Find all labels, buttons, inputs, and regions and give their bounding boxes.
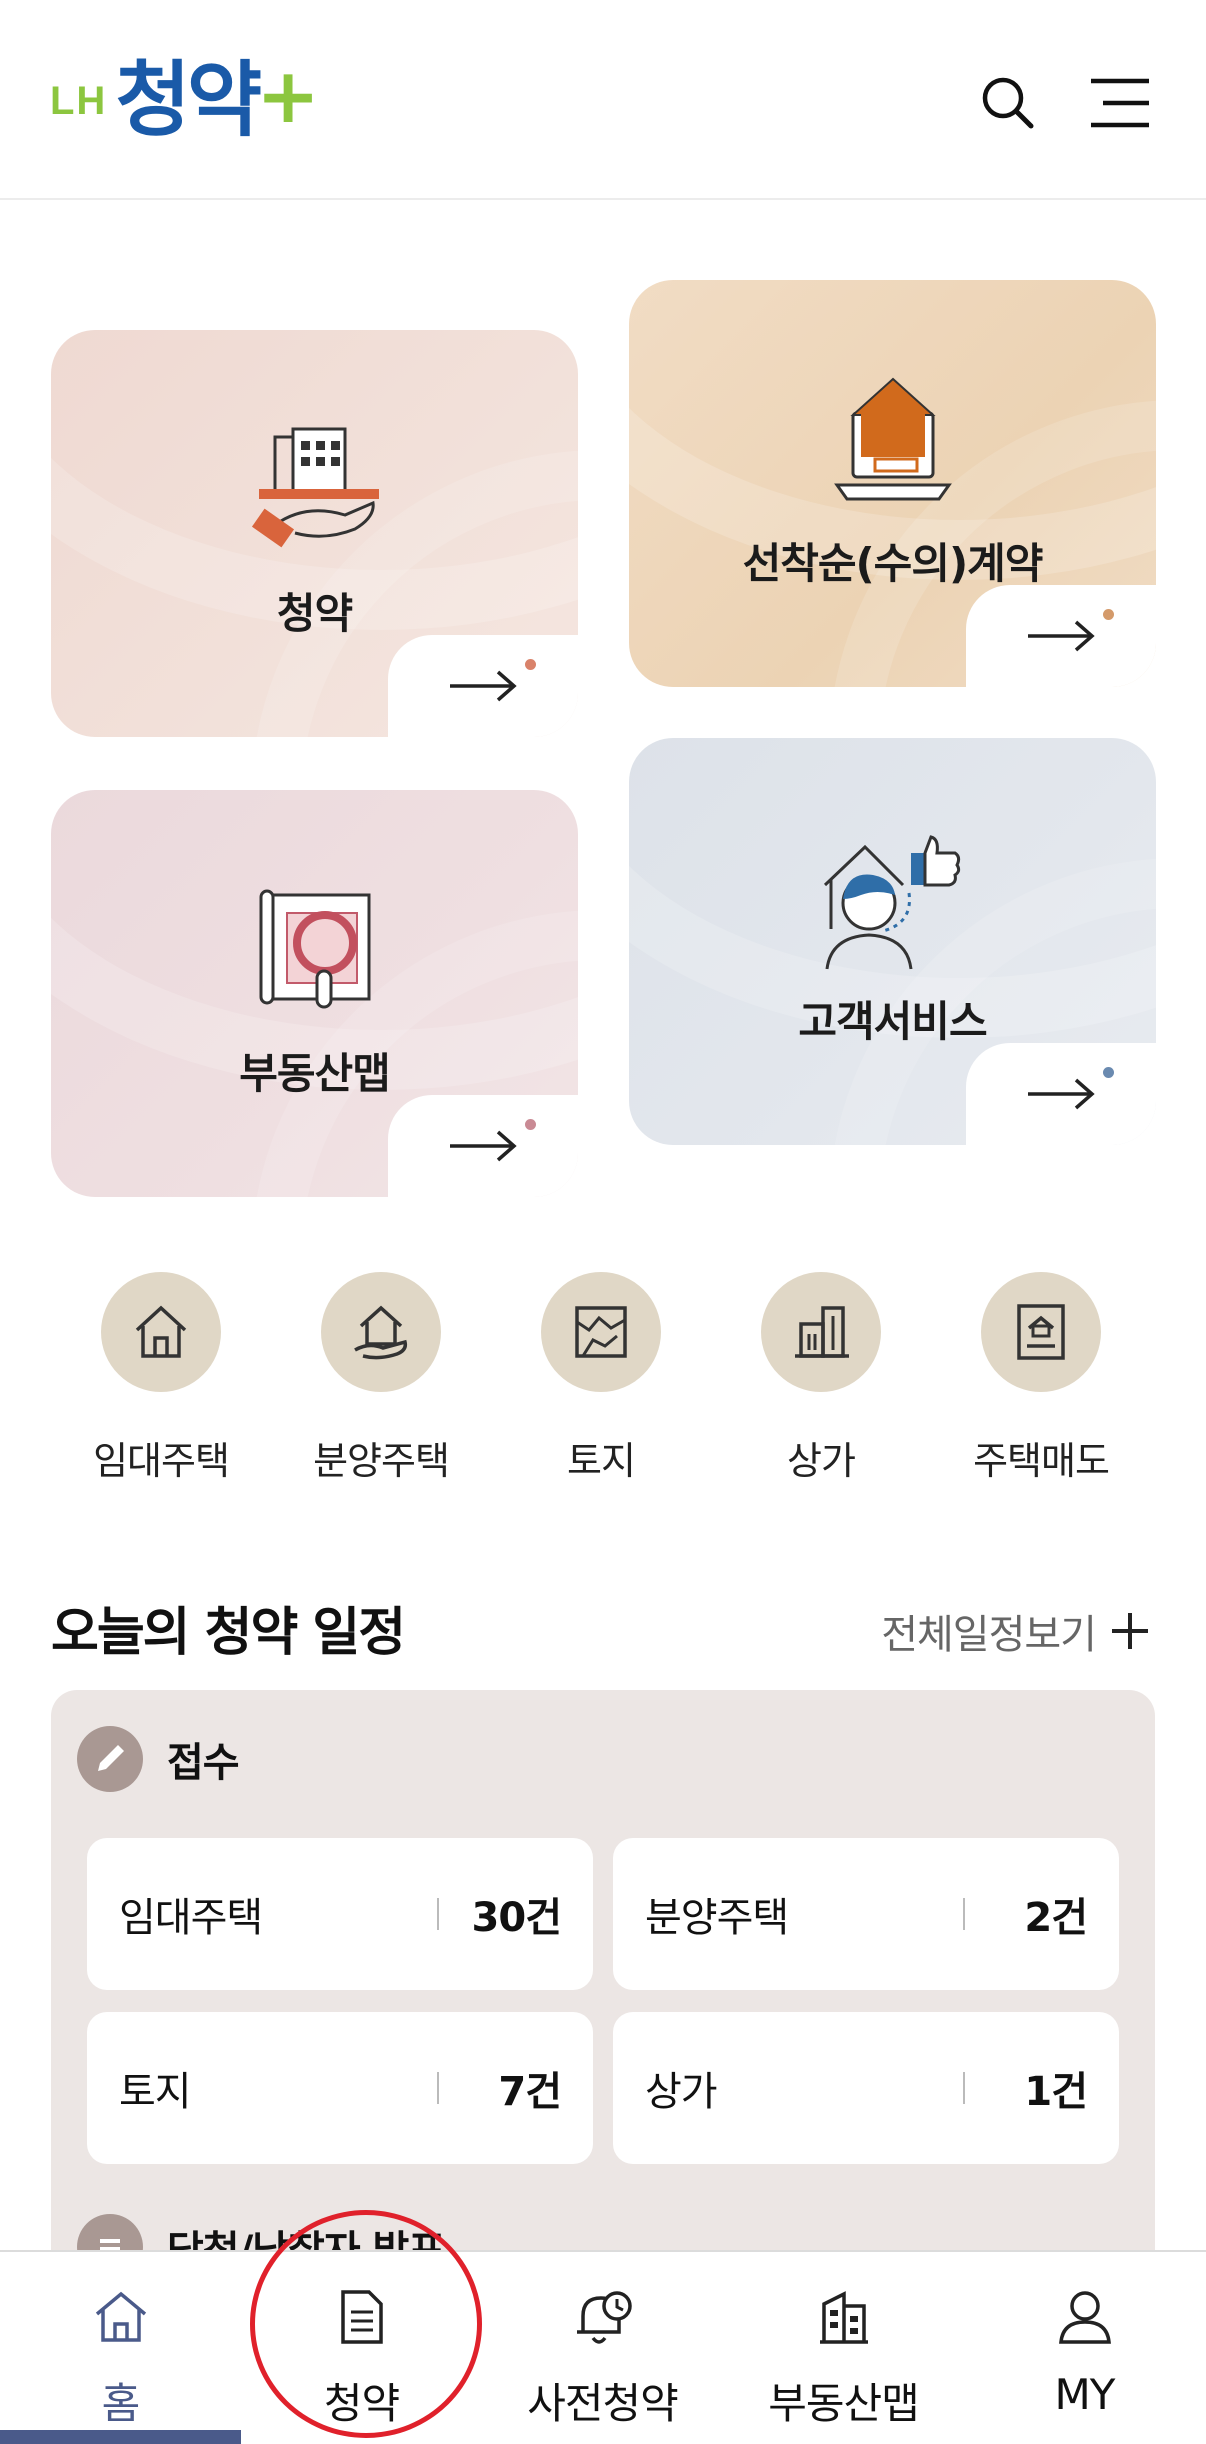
quick-label: 주택매도	[973, 1439, 1110, 1483]
nav-label: MY	[1054, 2370, 1116, 2419]
nav-home[interactable]: 홈	[0, 2252, 241, 2444]
schedule-title: 오늘의 청약 일정	[51, 1603, 406, 1663]
card-title: 부동산맵	[239, 1049, 391, 1098]
bell-clock-icon	[576, 2291, 632, 2344]
arrow-right-icon	[450, 670, 517, 702]
stat-commercial[interactable]: 상가 1건	[613, 2012, 1119, 2164]
land-map-icon	[575, 1306, 627, 1358]
house-icon	[135, 1305, 187, 1358]
customer-thumbs-up-icon	[823, 835, 960, 970]
arrow-right-icon	[450, 1130, 517, 1162]
card-title: 선착순(수의)계약	[742, 539, 1044, 588]
stat-count: 7건	[498, 2069, 562, 2115]
reception-section-header: 접수	[77, 1726, 240, 1792]
logo-name: 청약	[115, 53, 262, 148]
quick-label: 토지	[567, 1439, 636, 1483]
quick-house-sale[interactable]: 주택매도	[931, 1272, 1151, 1485]
card-title: 고객서비스	[798, 997, 987, 1046]
stat-name: 분양주택	[645, 1895, 789, 1941]
card-title: 청약	[276, 589, 353, 638]
quick-label: 상가	[787, 1439, 856, 1483]
lh-logo[interactable]: LH 청약 +	[50, 58, 320, 142]
nav-label: 홈	[101, 2379, 141, 2428]
nav-label: 사전청약	[527, 2379, 679, 2428]
card-dot	[1103, 1067, 1114, 1078]
home-icon	[95, 2291, 146, 2342]
card-real-estate-map[interactable]: 부동산맵	[51, 790, 578, 1197]
logo-prefix: LH	[50, 79, 108, 123]
nav-my[interactable]: MY	[964, 2252, 1205, 2444]
divider	[963, 1898, 965, 1930]
bottom-navigation: 홈 청약 사전청약 부동산맵 MY	[0, 2250, 1206, 2444]
quick-icon-circle	[101, 1272, 221, 1392]
document-icon	[340, 2290, 383, 2344]
quick-icon-circle	[981, 1272, 1101, 1392]
nav-label: 청약	[323, 2379, 400, 2428]
reception-heading: 접수	[167, 1740, 240, 1786]
quick-commercial[interactable]: 상가	[711, 1272, 931, 1485]
quick-icon-circle	[541, 1272, 661, 1392]
view-all-label: 전체일정보기	[881, 1612, 1097, 1658]
card-dot	[525, 1119, 536, 1130]
card-dot	[1103, 609, 1114, 620]
card-arrow-button[interactable]	[966, 1043, 1156, 1145]
divider	[963, 2072, 965, 2104]
house-document-icon	[1017, 1304, 1065, 1360]
stat-count: 30건	[471, 1895, 562, 1941]
quick-icon-circle	[321, 1272, 441, 1392]
plus-icon	[1112, 1613, 1148, 1649]
quick-rental-housing[interactable]: 임대주택	[51, 1272, 271, 1485]
search-button[interactable]	[973, 68, 1043, 138]
stat-land[interactable]: 토지 7건	[87, 2012, 593, 2164]
stat-count: 1건	[1024, 2069, 1088, 2115]
nav-real-estate-map[interactable]: 부동산맵	[723, 2252, 964, 2444]
stat-rental-housing[interactable]: 임대주택 30건	[87, 1838, 593, 1990]
quick-label: 임대주택	[93, 1439, 230, 1483]
hamburger-menu-icon	[1091, 78, 1149, 128]
stat-count: 2건	[1024, 1895, 1088, 1941]
arrow-right-icon	[1028, 620, 1095, 652]
logo-plus: +	[256, 51, 320, 140]
building-hand-icon	[251, 427, 379, 548]
card-arrow-button[interactable]	[388, 635, 578, 737]
nav-pre-apply[interactable]: 사전청약	[482, 2252, 723, 2444]
house-laptop-icon	[833, 377, 952, 501]
divider	[437, 1898, 439, 1930]
search-icon	[982, 77, 1034, 129]
nav-apply[interactable]: 청약	[241, 2252, 482, 2444]
stat-name: 토지	[119, 2069, 192, 2115]
quick-sale-housing[interactable]: 분양주택	[271, 1272, 491, 1485]
card-arrow-button[interactable]	[966, 585, 1156, 687]
card-arrow-button[interactable]	[388, 1095, 578, 1197]
building-map-icon	[819, 2291, 868, 2344]
arrow-right-icon	[1028, 1078, 1095, 1110]
quick-label: 분양주택	[313, 1439, 450, 1483]
divider	[437, 2072, 439, 2104]
nav-label: 부동산맵	[768, 2379, 920, 2428]
stat-name: 상가	[645, 2069, 718, 2115]
quick-icon-circle	[761, 1272, 881, 1392]
stat-name: 임대주택	[119, 1895, 263, 1941]
card-first-come-contract[interactable]: 선착순(수의)계약	[629, 280, 1156, 687]
app-header: LH 청약 +	[0, 0, 1206, 200]
pencil-icon	[77, 1726, 143, 1792]
view-all-schedule-link[interactable]: 전체일정보기	[881, 1602, 1150, 1660]
menu-button[interactable]	[1085, 68, 1155, 138]
active-tab-indicator	[0, 2430, 241, 2444]
commercial-building-icon	[795, 1306, 849, 1358]
map-magnifier-icon	[259, 889, 370, 1009]
house-hand-icon	[354, 1305, 408, 1360]
stat-sale-housing[interactable]: 분양주택 2건	[613, 1838, 1119, 1990]
card-customer-service[interactable]: 고객서비스	[629, 738, 1156, 1145]
person-icon	[1058, 2291, 1111, 2344]
quick-land[interactable]: 토지	[491, 1272, 711, 1485]
card-dot	[525, 659, 536, 670]
card-apply[interactable]: 청약	[51, 330, 578, 737]
